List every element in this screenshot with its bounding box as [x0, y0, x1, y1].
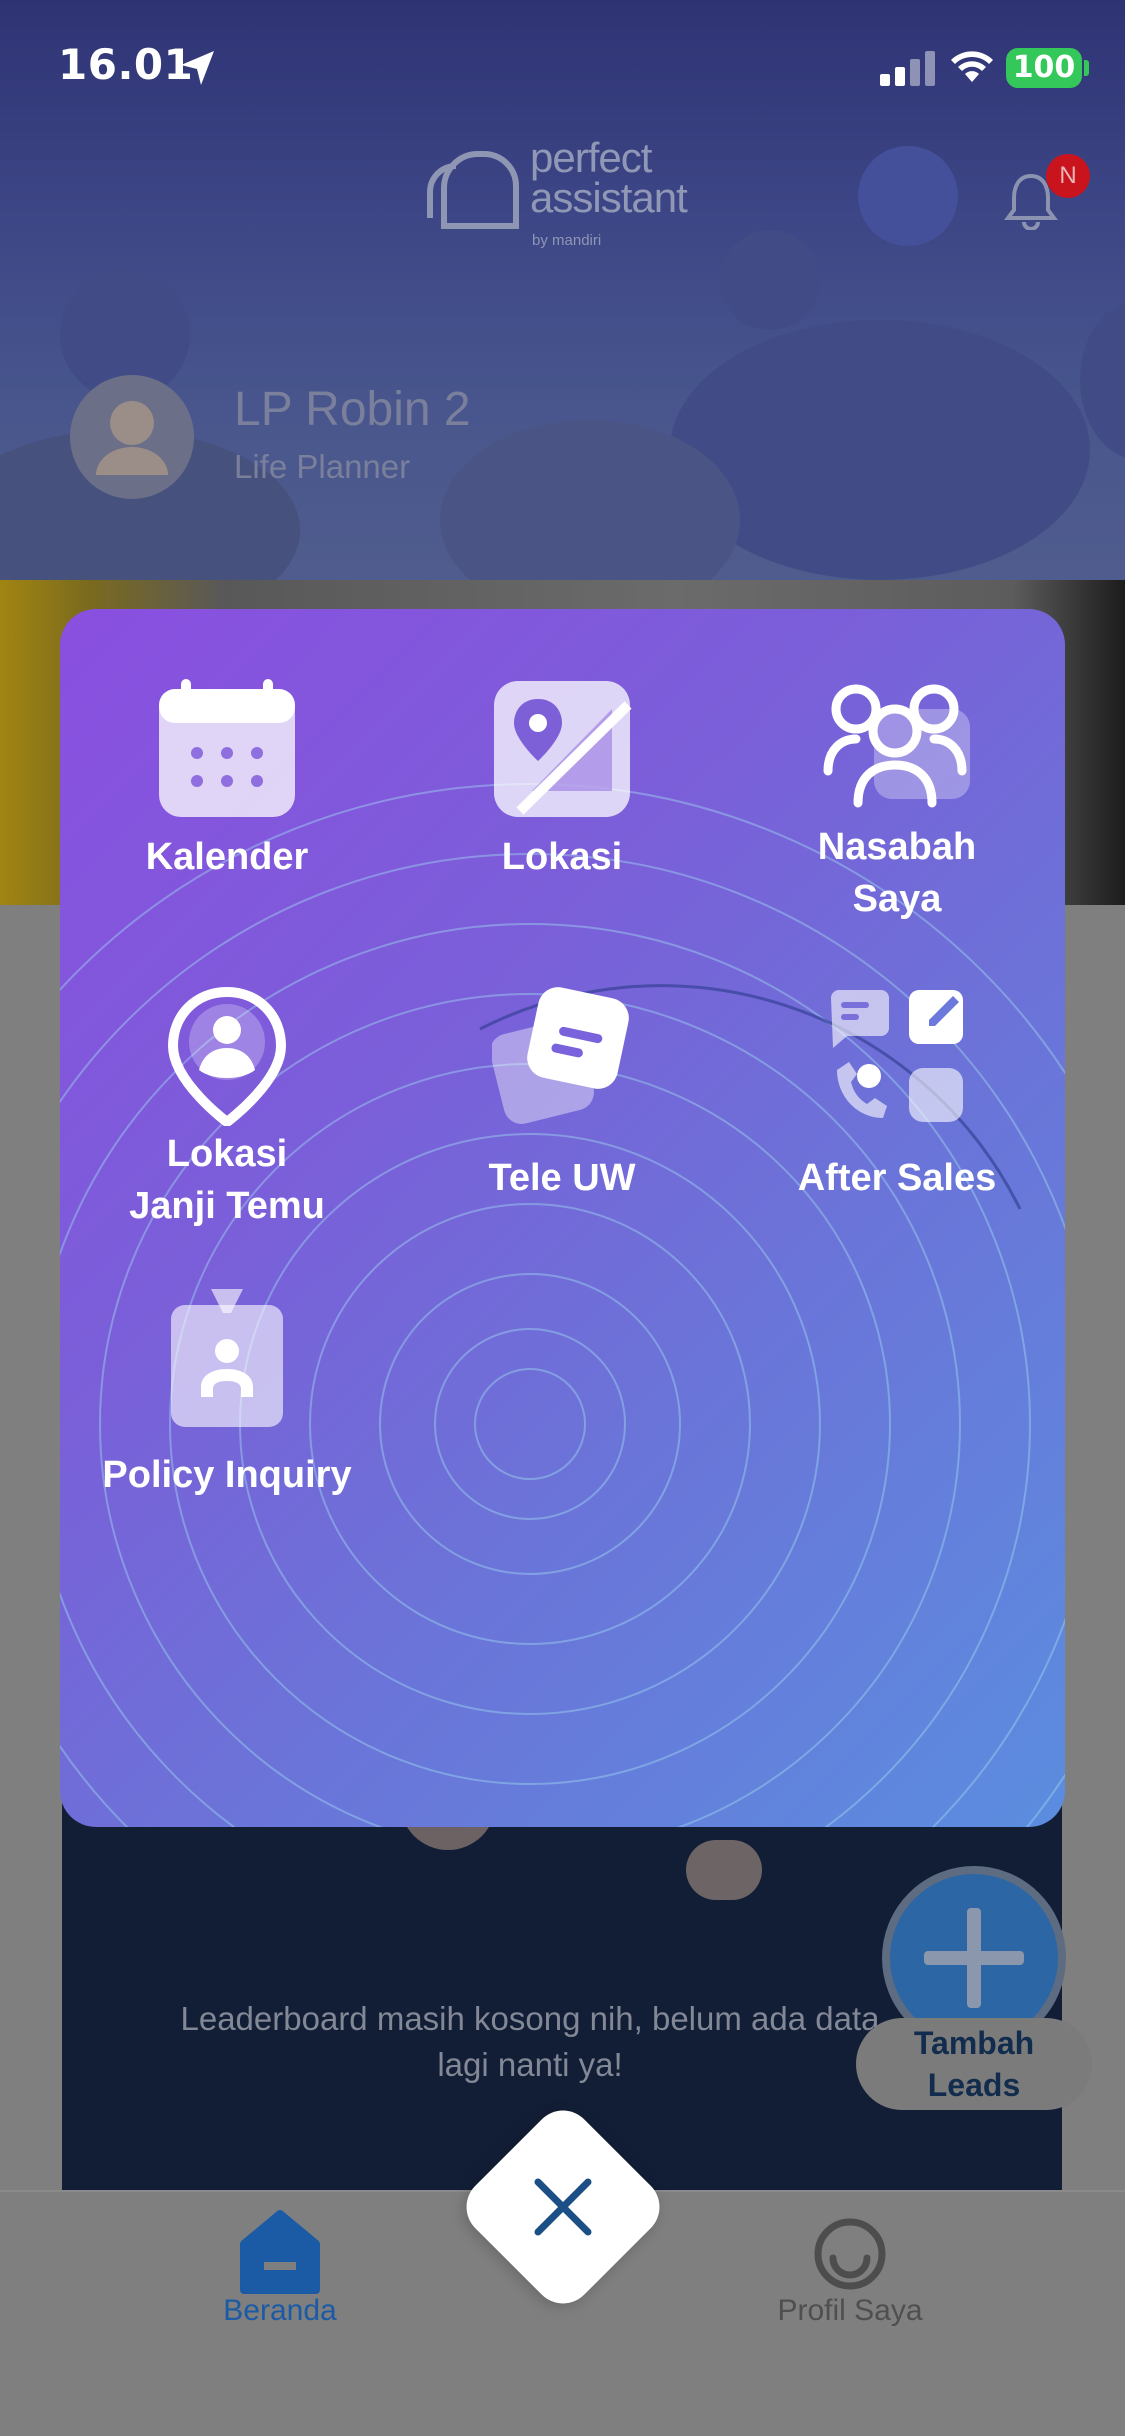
leaderboard-illustration-cloud	[686, 1840, 762, 1900]
menu-item-nasabah-saya[interactable]: Nasabah Saya	[747, 679, 1047, 920]
home-icon	[240, 2210, 320, 2294]
app-logo: perfect assistant by mandiri	[424, 134, 704, 258]
menu-item-after-sales[interactable]: After Sales	[747, 986, 1047, 1199]
plus-icon	[924, 1908, 1024, 2008]
logo-line-2: assistant	[530, 174, 688, 221]
leaderboard-empty-message: Leaderboard masih kosong nih, belum ada …	[160, 1996, 900, 2088]
menu-item-policy-inquiry[interactable]: Policy Inquiry	[77, 1287, 377, 1507]
add-leads-label-line-1: Tambah	[913, 2025, 1035, 2061]
user-role: Life Planner	[234, 448, 411, 485]
menu-item-kalender[interactable]: Kalender	[77, 679, 377, 878]
location-arrow-icon	[181, 51, 214, 85]
menu-label-nasabah-saya: Nasabah Saya	[747, 821, 1047, 925]
menu-label-nasabah-line-2: Saya	[852, 878, 942, 920]
location-person-pin-icon	[167, 986, 287, 1126]
menu-item-lokasi[interactable]: Lokasi	[412, 679, 712, 878]
menu-label-janji-line-2: Janji Temu	[129, 1185, 325, 1227]
menu-label-janji-line-1: Lokasi	[166, 1133, 288, 1175]
user-name: LP Robin 2	[234, 383, 471, 436]
status-time: 16.01	[58, 40, 194, 89]
close-icon[interactable]	[528, 2172, 598, 2242]
menu-label-nasabah-line-1: Nasabah	[817, 826, 977, 868]
after-sales-icon	[831, 990, 963, 1122]
menu-label-after-sales: After Sales	[797, 1157, 997, 1199]
quick-menu-panel: Kalender Lokasi Nasabah Saya Lokasi Janj…	[60, 609, 1065, 1827]
battery-tip	[1084, 60, 1089, 76]
nav-label-beranda: Beranda	[223, 2294, 337, 2327]
leaderboard-empty-line-1: Leaderboard masih kosong nih, belum ada …	[180, 2000, 880, 2037]
map-image-icon	[494, 681, 632, 817]
status-bar: 16.01 100	[0, 0, 1125, 140]
smiley-profile-icon	[814, 2218, 886, 2290]
add-leads-label-line-2: Leads	[927, 2067, 1021, 2103]
menu-label-lokasi: Lokasi	[501, 836, 623, 878]
menu-label-tele-uw: Tele UW	[488, 1157, 636, 1199]
tele-uw-card-icon	[492, 987, 629, 1124]
menu-label-lokasi-janji-temu: Lokasi Janji Temu	[77, 1128, 377, 1232]
nav-tab-beranda[interactable]: Beranda	[180, 2196, 380, 2346]
people-group-icon	[823, 684, 970, 808]
menu-item-tele-uw[interactable]: Tele UW	[412, 986, 712, 1199]
cellular-signal-icon	[880, 51, 935, 86]
notification-badge: N	[1046, 154, 1090, 198]
menu-label-policy-inquiry: Policy Inquiry	[102, 1454, 352, 1496]
logo-bubble-icon	[427, 151, 519, 229]
leaderboard-empty-line-2: lagi nanti ya!	[437, 2046, 623, 2083]
calendar-icon	[159, 679, 295, 817]
logo-byline: by mandiri	[532, 232, 602, 249]
id-badge-icon	[171, 1289, 283, 1427]
avatar[interactable]	[70, 375, 194, 499]
battery-indicator: 100	[1006, 48, 1082, 88]
logo-line-1: perfect	[530, 134, 652, 181]
wifi-icon	[951, 51, 993, 82]
user-avatar-icon	[96, 401, 168, 475]
menu-item-lokasi-janji-temu[interactable]: Lokasi Janji Temu	[77, 986, 377, 1227]
menu-label-kalender: Kalender	[145, 836, 309, 878]
nav-label-profil-saya: Profil Saya	[777, 2294, 923, 2327]
nav-tab-profil-saya[interactable]: Profil Saya	[740, 2196, 960, 2346]
add-leads-label[interactable]: Tambah Leads	[856, 2018, 1092, 2110]
